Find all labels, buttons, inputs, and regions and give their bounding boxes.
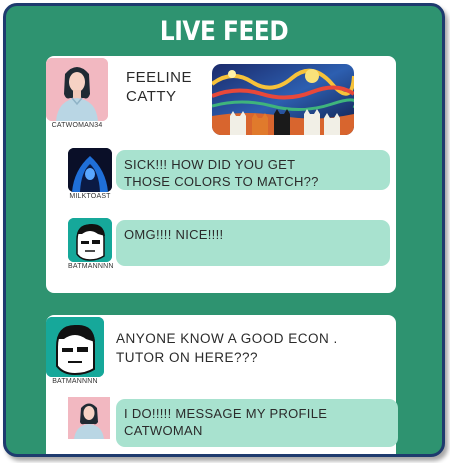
avatar[interactable] [46, 58, 108, 121]
author-username[interactable]: BATMANNNN [46, 378, 104, 385]
post-text: FEELINE CATTY [126, 68, 192, 106]
avatar[interactable] [46, 317, 104, 377]
reply-avatar-box[interactable] [68, 397, 110, 439]
reply-avatar-box[interactable]: MILKTOAST [68, 148, 112, 200]
reply-bubble: OMG!!!! NICE!!!! [116, 220, 390, 266]
live-feed-panel: LIVE FEED CATWOMAN34 FEELINE CATTY MILKT… [3, 3, 445, 457]
feed-title: LIVE FEED [159, 16, 289, 47]
woman-portrait-icon [46, 58, 108, 121]
post-card[interactable]: BATMANNNN ANYONE KNOW A GOOD ECON . TUTO… [46, 315, 398, 454]
post-text: ANYONE KNOW A GOOD ECON . TUTOR ON HERE?… [116, 329, 338, 367]
post-card[interactable]: CATWOMAN34 FEELINE CATTY MILKTOAST SICK!… [46, 56, 396, 293]
cats-starry-night-image [212, 64, 354, 135]
reply-text-line: CATWOMAN [124, 423, 203, 438]
woman-portrait-icon [68, 397, 110, 439]
post-text-line: FEELINE [126, 69, 193, 86]
reply-text-line: SICK!!! HOW DID YOU GET [124, 157, 296, 172]
avatar[interactable] [68, 397, 110, 439]
face-sketch-icon [46, 317, 104, 377]
post-text-line: CATTY [126, 88, 177, 105]
reply-username[interactable]: MILKTOAST [68, 193, 112, 200]
post-text-line: ANYONE KNOW A GOOD ECON . [116, 331, 338, 346]
reply-bubble: I DO!!!!! MESSAGE MY PROFILE CATWOMAN [116, 399, 398, 447]
reply-avatar-box[interactable]: BATMANNNN [68, 218, 113, 270]
reply-bubble: SICK!!! HOW DID YOU GET THOSE COLORS TO … [116, 150, 390, 190]
reply-username[interactable]: BATMANNNN [68, 263, 113, 270]
hooded-figure-icon [68, 148, 112, 192]
reply-text-line: THOSE COLORS TO MATCH?? [124, 174, 319, 189]
post-text-line: TUTOR ON HERE??? [116, 350, 259, 365]
author-avatar-box[interactable]: BATMANNNN [46, 317, 104, 385]
avatar[interactable] [68, 218, 112, 262]
author-avatar-box[interactable]: CATWOMAN34 [46, 58, 108, 129]
reply-text-line: I DO!!!!! MESSAGE MY PROFILE [124, 406, 328, 421]
author-username[interactable]: CATWOMAN34 [46, 122, 108, 129]
reply-text-line: OMG!!!! NICE!!!! [124, 227, 224, 242]
avatar[interactable] [68, 148, 112, 192]
post-image[interactable] [212, 64, 354, 135]
face-sketch-icon [68, 218, 112, 262]
